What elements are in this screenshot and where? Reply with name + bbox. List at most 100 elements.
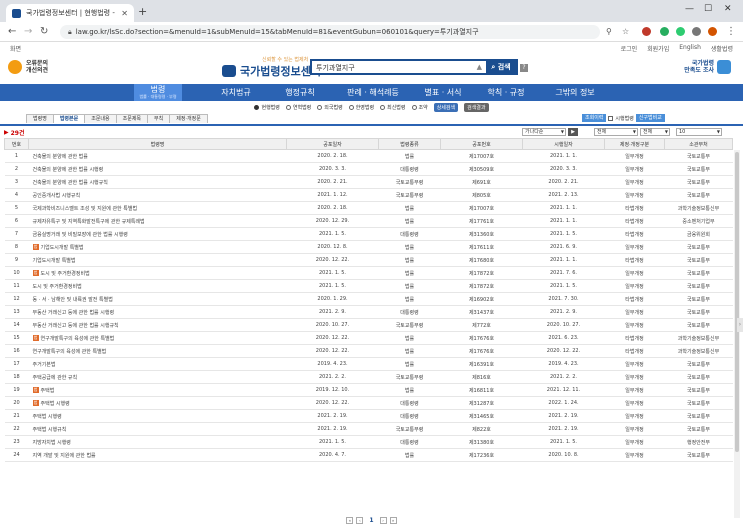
dropdown-arrow-icon[interactable]: ▲ [477, 63, 482, 71]
table-row[interactable]: 2 건축물의 분양에 관한 법률 시행령 2020. 3. 3. 대통령령 제30509… [4, 162, 733, 176]
table-row[interactable]: 10 법 도시 및 주거환경정비법 2021. 1. 5. 법률 제17872호 2021.… [4, 266, 733, 280]
extensions-puzzle-icon[interactable] [692, 27, 701, 36]
table-row[interactable]: 9 기업도시개발 특별법 2020. 12. 22. 법률 제17680호 2021. 1… [4, 253, 733, 267]
law-name-link[interactable]: 지방자치법 시행령 [33, 440, 71, 446]
cell-name[interactable]: 법 연구개발특구의 육성에 관한 특별법 [28, 331, 287, 345]
extension-icon[interactable] [642, 27, 651, 36]
menu-item-precedents[interactable]: 판례 · 해석례등 [340, 84, 406, 101]
law-name-link[interactable]: 주택법 시행령 [41, 401, 70, 407]
law-name-link[interactable]: 주택공급에 관한 규칙 [33, 375, 78, 381]
tab-law-body[interactable]: 법령본문 [52, 114, 86, 123]
tab-article-content[interactable]: 조문내용 [84, 114, 117, 123]
menu-item-other-info[interactable]: 그밖의 정보 [546, 84, 604, 101]
tab-article-title[interactable]: 조문제목 [115, 114, 149, 123]
menu-item-forms[interactable]: 별표 · 서식 [418, 84, 468, 101]
minimize-icon[interactable]: — [685, 4, 694, 14]
radio-foreign-laws[interactable]: 외국법령 [317, 104, 343, 111]
url-field[interactable]: 🔒︎ law.go.kr/lsSc.do?section=&menuId=1&s… [60, 25, 600, 39]
tab-law-name[interactable]: 법령명 [26, 114, 54, 123]
law-name-link[interactable]: 부동산 거래신고 등에 관한 법률 시행규칙 [33, 323, 119, 329]
table-scrollbar[interactable] [734, 150, 740, 518]
law-name-link[interactable]: 주택법 시행규칙 [33, 427, 67, 433]
tab-close-icon[interactable]: ✕ [121, 9, 128, 18]
col-header-name[interactable]: 법령명 [28, 138, 287, 150]
cell-name[interactable]: 부동산 거래신고 등에 관한 법률 시행령 [28, 305, 287, 319]
first-page-icon[interactable]: « [346, 516, 354, 524]
maximize-icon[interactable]: ☐ [704, 4, 712, 14]
law-name-link[interactable]: 건축물의 분양에 관한 법률 [33, 154, 88, 160]
table-row[interactable]: 6 규제자유특구 및 지역특화발전특구에 관한 규제특례법 2020. 12. 29… [4, 214, 733, 228]
cell-name[interactable]: 법 주택법 시행령 [28, 396, 287, 410]
browser-menu-icon[interactable]: ⋮ [726, 26, 736, 38]
table-row[interactable]: 7 금융실명거래 및 비밀보장에 관한 법률 시행령 2021. 1. 5. 대통령령… [4, 227, 733, 241]
cell-name[interactable]: 부동산 거래신고 등에 관한 법률 시행규칙 [28, 318, 287, 332]
menu-item-laws[interactable]: 법령 법률 · 대통령령 · 부령 [134, 84, 182, 101]
cell-name[interactable]: 주택법 시행규칙 [28, 422, 287, 436]
cell-name[interactable]: 규제자유특구 및 지역특화발전특구에 관한 규제특례법 [28, 214, 287, 228]
cell-name[interactable]: 기업도시개발 특별법 [28, 253, 287, 267]
table-row[interactable]: 17 주거기본법 2019. 4. 23. 법률 제16391호 2019. 4. 23.… [4, 357, 733, 371]
back-icon[interactable]: ← [8, 26, 16, 38]
col-header-effective[interactable]: 시행일자 [522, 138, 605, 150]
table-row[interactable]: 1 건축물의 분양에 관한 법률 2020. 2. 18. 법률 제17007호 2021… [4, 149, 733, 163]
new-tab-icon[interactable]: + [138, 6, 147, 18]
law-name-link[interactable]: 주택법 [41, 388, 55, 394]
table-row[interactable]: 8 법 기업도시개발 특별법 2020. 12. 8. 법률 제17611호 2021. 6… [4, 240, 733, 254]
table-row[interactable]: 5 국제과학비즈니스벨트 조성 및 지원에 관한 특별법 2020. 2. 18. 법… [4, 201, 733, 215]
cell-name[interactable]: 건축물의 분양에 관한 법률 시행규칙 [28, 175, 287, 189]
cell-name[interactable]: 법 주택법 [28, 383, 287, 397]
profile-avatar[interactable] [708, 27, 717, 36]
side-expand-icon[interactable]: › [737, 318, 743, 332]
law-name-link[interactable]: 연구개발특구의 육성에 관한 특별법 [33, 349, 107, 355]
table-row[interactable]: 23 지방자치법 시행령 2021. 1. 5. 대통령령 제31380호 2021. 1… [4, 435, 733, 449]
life-law-link[interactable]: 생활법령 [711, 44, 733, 53]
table-row[interactable]: 12 동 · 서 · 남해안 및 내륙권 발전 특별법 2020. 1. 29. 법률… [4, 292, 733, 306]
table-row[interactable]: 4 공인중개사법 시행규칙 2021. 1. 12. 국토교통부령 제805호 2021.… [4, 188, 733, 202]
law-name-link[interactable]: 지역 개발 및 지원에 관한 법률 [33, 453, 96, 459]
login-link[interactable]: 로그인 [621, 44, 638, 53]
law-name-link[interactable]: 부동산 거래신고 등에 관한 법률 시행령 [33, 310, 115, 316]
law-name-link[interactable]: 도시 및 주거환경정비법 [33, 284, 82, 290]
tab-amendments[interactable]: 제정·개정문 [169, 114, 208, 123]
cell-name[interactable]: 연구개발특구의 육성에 관한 특별법 [28, 344, 287, 358]
table-row[interactable]: 22 주택법 시행규칙 2021. 2. 19. 국토교통부령 제822호 2021. 2… [4, 422, 733, 436]
cell-name[interactable]: 주거기본법 [28, 357, 287, 371]
cell-name[interactable]: 건축물의 분양에 관한 법률 시행령 [28, 162, 287, 176]
search-input[interactable]: 투기과열지구 ▲ ⌕ 검색 [310, 59, 518, 75]
cell-name[interactable]: 동 · 서 · 남해안 및 내륙권 발전 특별법 [28, 292, 287, 306]
cell-name[interactable]: 지역 개발 및 지원에 관한 법률 [28, 448, 287, 462]
col-header-dept[interactable]: 소관부처 [664, 138, 733, 150]
table-row[interactable]: 16 연구개발특구의 육성에 관한 특별법 2020. 12. 22. 법률 제1767… [4, 344, 733, 358]
scrollbar-thumb[interactable] [735, 152, 739, 452]
cell-name[interactable]: 주택법 시행령 [28, 409, 287, 423]
last-page-icon[interactable]: » [389, 516, 397, 524]
col-header-number[interactable]: 공포번호 [440, 138, 523, 150]
law-kind-select[interactable]: 전체 [594, 128, 638, 136]
table-row[interactable]: 13 부동산 거래신고 등에 관한 법률 시행령 2021. 2. 9. 대통령령 제3… [4, 305, 733, 319]
law-name-link[interactable]: 주거기본법 [33, 362, 56, 368]
radio-latest-laws[interactable]: 최신법령 [380, 104, 406, 111]
law-name-link[interactable]: 건축물의 분양에 관한 법률 시행령 [33, 167, 104, 173]
amend-type-select[interactable]: 전체 [640, 128, 670, 136]
radio-treaties[interactable]: 조약 [411, 104, 428, 111]
cell-name[interactable]: 법 기업도시개발 특별법 [28, 240, 287, 254]
window-close-icon[interactable]: ✕ [724, 4, 732, 14]
menu-item-school-rules[interactable]: 학칙 · 규정 [480, 84, 532, 101]
tab-addenda[interactable]: 부칙 [147, 114, 171, 123]
table-row[interactable]: 21 주택법 시행령 2021. 2. 19. 대통령령 제31465호 2021. 2.… [4, 409, 733, 423]
table-row[interactable]: 15 법 연구개발특구의 육성에 관한 특별법 2020. 12. 22. 법률 제176… [4, 331, 733, 345]
cell-name[interactable]: 법 도시 및 주거환경정비법 [28, 266, 287, 280]
cell-name[interactable]: 금융실명거래 및 비밀보장에 관한 법률 시행령 [28, 227, 287, 241]
menu-item-admin-rules[interactable]: 행정규칙 [274, 84, 326, 101]
law-name-link[interactable]: 동 · 서 · 남해안 및 내륙권 발전 특별법 [33, 297, 113, 303]
detail-search-button[interactable]: 상세검색 [433, 102, 459, 112]
law-name-link[interactable]: 규제자유특구 및 지역특화발전특구에 관한 규제특례법 [33, 219, 145, 225]
table-row[interactable]: 20 법 주택법 시행령 2020. 12. 22. 대통령령 제31287호 2022. … [4, 396, 733, 410]
law-name-link[interactable]: 기업도시개발 특별법 [33, 258, 76, 264]
search-button[interactable]: ⌕ 검색 [486, 61, 516, 73]
help-icon[interactable]: ? [520, 64, 528, 72]
compare-laws-button[interactable]: 신구법비교 [635, 114, 665, 122]
reload-icon[interactable]: ↻ [40, 26, 48, 38]
law-name-link[interactable]: 연구개발특구의 육성에 관한 특별법 [41, 336, 115, 342]
radio-history-laws[interactable]: 연혁법령 [285, 104, 311, 111]
